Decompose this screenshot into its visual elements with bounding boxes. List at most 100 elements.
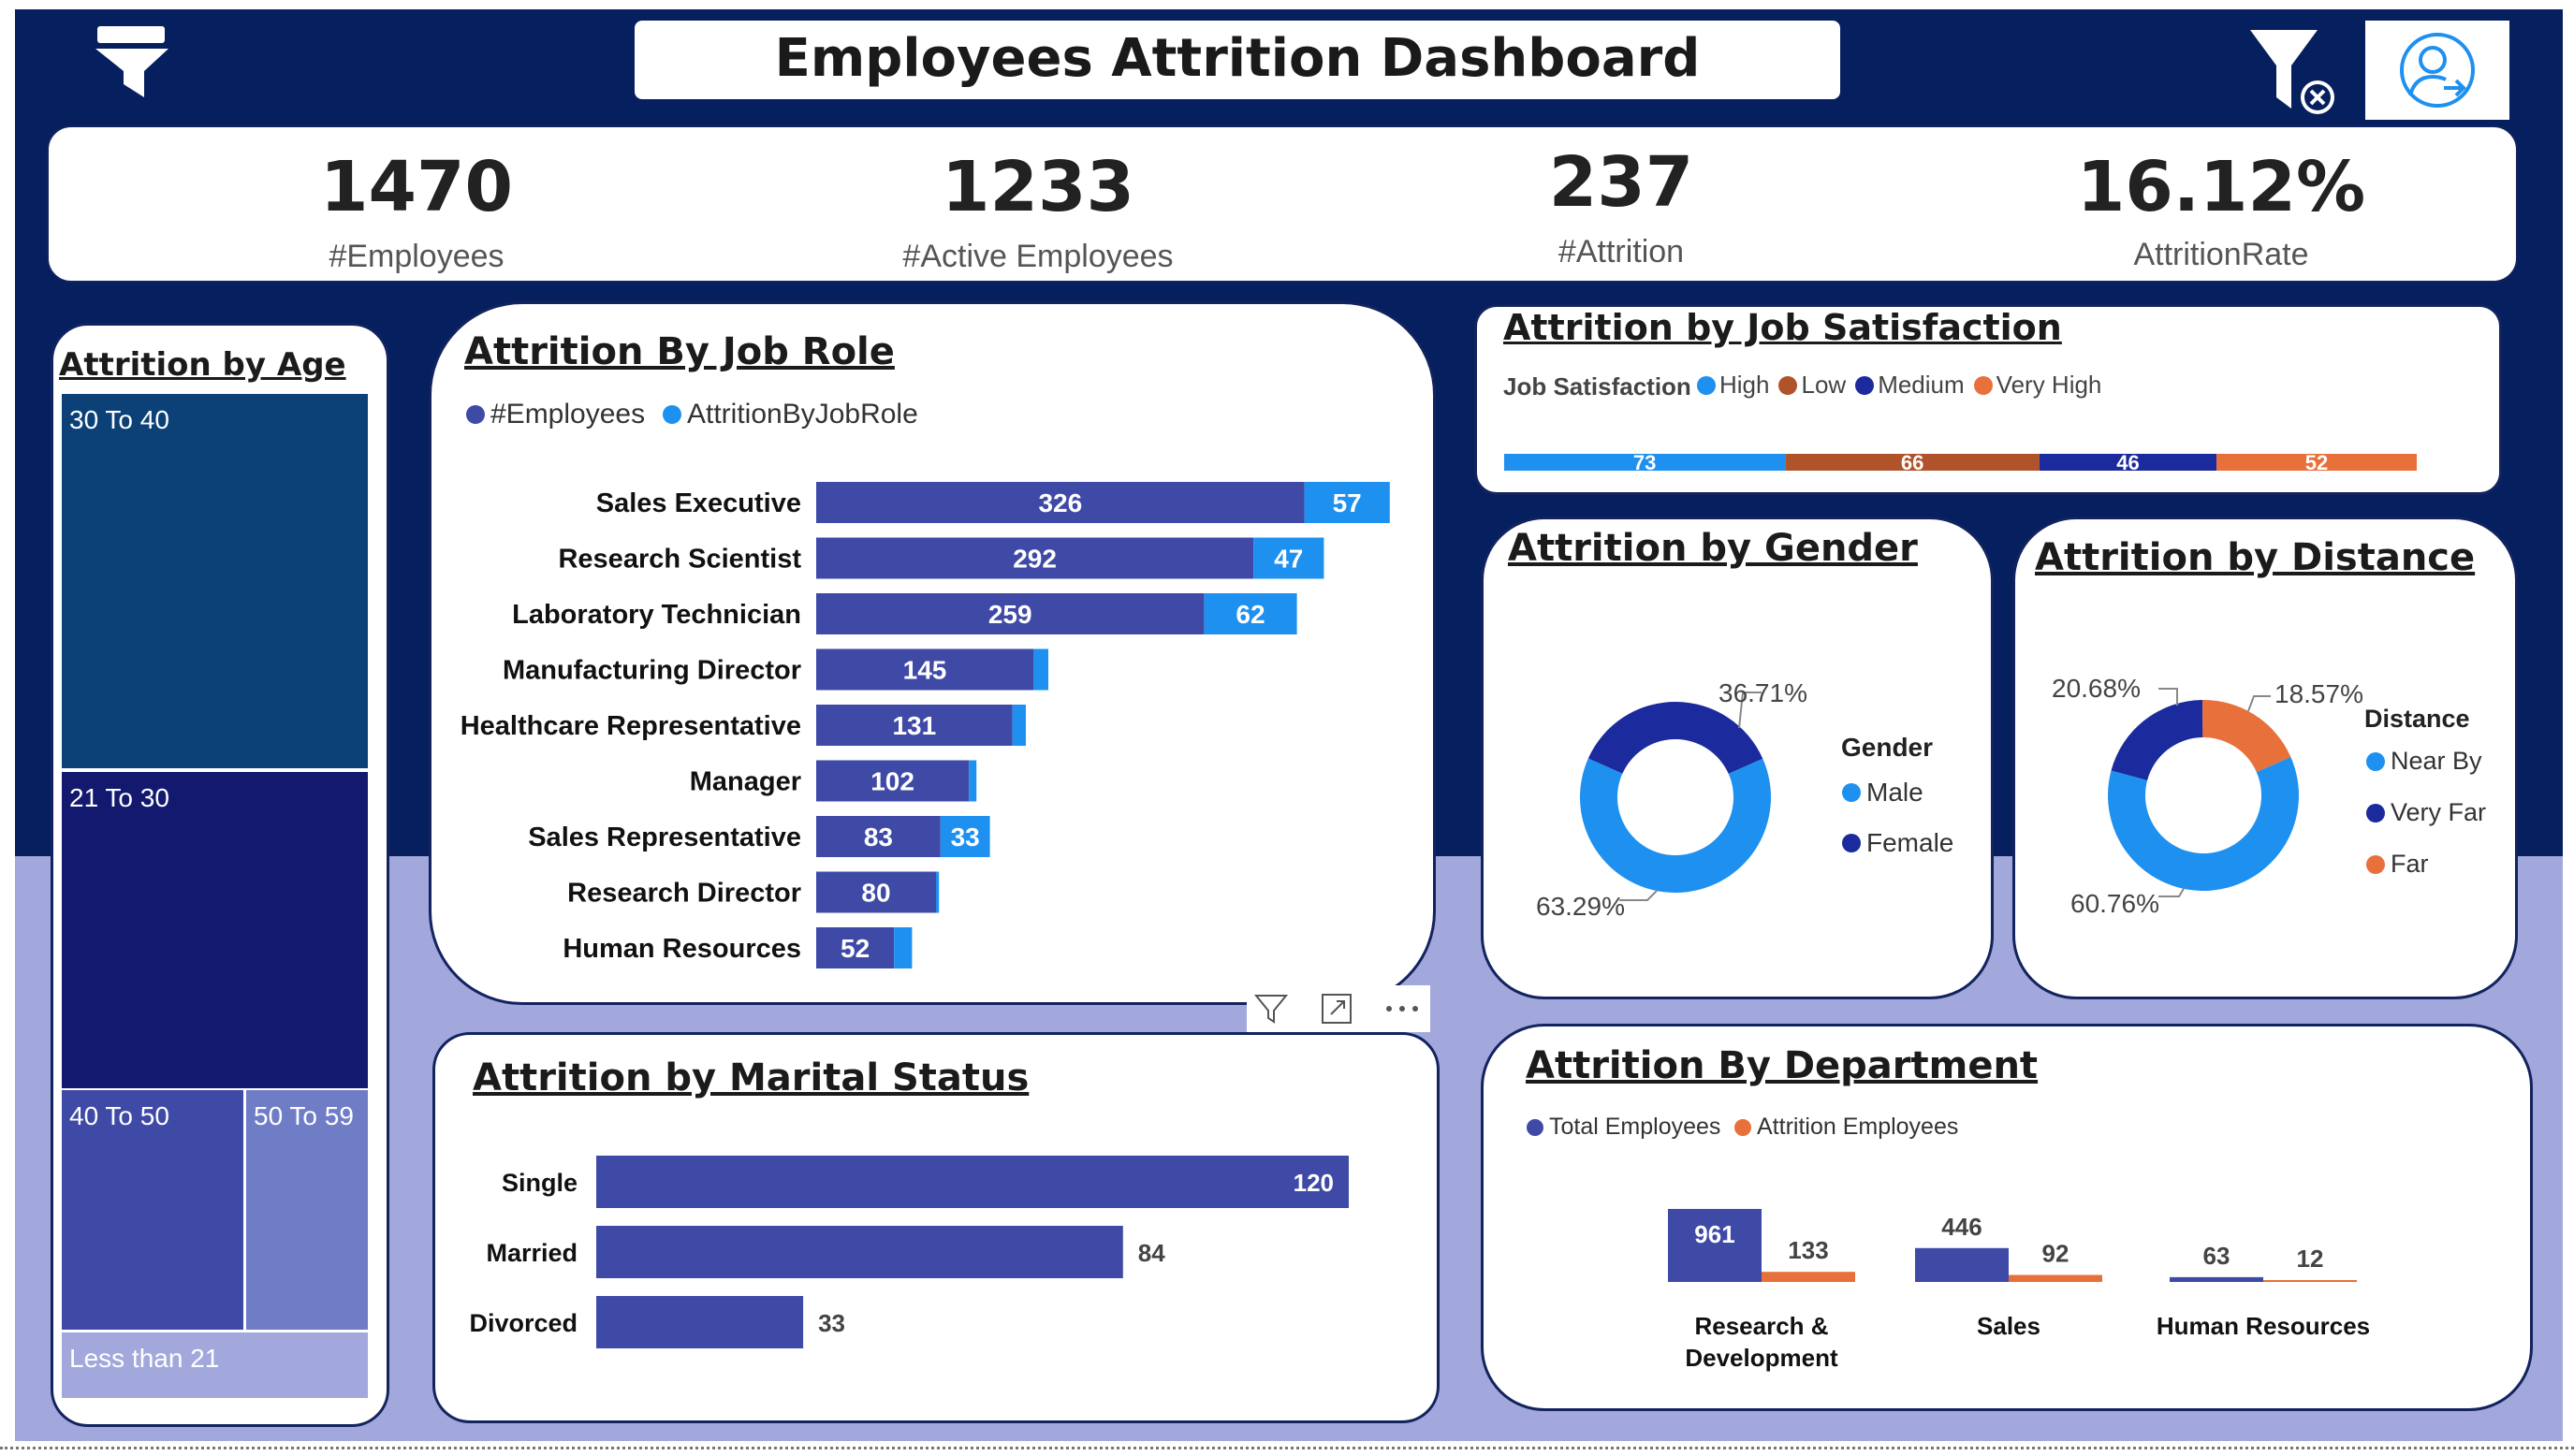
page-title: Employees Attrition Dashboard	[774, 28, 1701, 89]
legend-label: Low	[1801, 371, 1847, 399]
legend-dot	[1527, 1118, 1543, 1136]
bar-attrition	[596, 1296, 804, 1348]
legend-label: Medium	[1878, 371, 1965, 399]
age-tile-21-30[interactable]: 21 To 30	[61, 771, 369, 1089]
satisfaction-legend-item[interactable]: Medium	[1855, 371, 1965, 400]
category-label: Sales Representative	[528, 823, 801, 852]
data-label: 73	[1633, 451, 1656, 474]
distance-legend-near-by[interactable]: Near By	[2366, 747, 2482, 776]
distance-title: Attrition by Distance	[2035, 536, 2476, 579]
bar-attrition	[596, 1156, 1349, 1208]
legend-dot	[1734, 1118, 1751, 1136]
satisfaction-legend: High Low Medium Very High	[1697, 371, 2111, 400]
legend-label: AttritionByJobRole	[687, 399, 918, 430]
age-tile-label: Less than 21	[69, 1344, 220, 1373]
legend-dot	[1973, 375, 1993, 395]
bar-total	[2170, 1276, 2263, 1282]
category-label: Married	[486, 1239, 578, 1267]
job-role-legend-attrition[interactable]: AttritionByJobRole	[663, 399, 918, 430]
category-label: Research Director	[567, 879, 801, 909]
category-label: Healthcare Representative	[461, 711, 801, 741]
kpi-attrition-value: 237	[1548, 142, 1694, 223]
distance-label-very-far: 20.68%	[2052, 674, 2141, 703]
satisfaction-legend-item[interactable]: High	[1697, 371, 1769, 400]
data-label: 120	[1294, 1169, 1334, 1197]
kpi-active-value: 1233	[942, 147, 1134, 227]
user-account-button[interactable]	[2365, 21, 2509, 120]
category-label: Human Resources	[2157, 1312, 2370, 1340]
bar-attrition	[936, 871, 940, 913]
data-label-total: 63	[2203, 1242, 2230, 1270]
category-label: Manager	[690, 767, 801, 797]
category-label: Development	[1685, 1344, 1838, 1372]
leader-line	[1619, 890, 1658, 901]
data-label-employees: 131	[892, 711, 936, 740]
department-legend-total[interactable]: Total Employees	[1527, 1114, 1720, 1141]
satisfaction-legend-item[interactable]: Low	[1778, 371, 1846, 400]
legend-dot	[1855, 375, 1875, 395]
bar-attrition	[596, 1226, 1123, 1278]
data-label-employees: 145	[903, 656, 947, 685]
category-label: Research Scientist	[558, 545, 801, 575]
data-label-employees: 80	[861, 879, 890, 908]
satisfaction-legend-item[interactable]: Very High	[1973, 371, 2101, 400]
focus-mode-icon[interactable]	[1318, 990, 1355, 1027]
bar-attrition	[2263, 1280, 2357, 1282]
legend-dot	[2366, 751, 2385, 771]
age-tile-less-21[interactable]: Less than 21	[61, 1332, 369, 1399]
filter-icon[interactable]	[1252, 990, 1290, 1027]
gender-legend-title: Gender	[1841, 733, 1934, 762]
job-role-chart: Sales Executive 326 57 Research Scientist 29…	[461, 482, 1390, 968]
legend-label: Attrition Employees	[1757, 1114, 1959, 1140]
job-role-legend-employees[interactable]: #Employees	[466, 399, 645, 430]
age-tile-30-40[interactable]: 30 To 40	[61, 393, 369, 769]
department-legend-attrition[interactable]: Attrition Employees	[1734, 1114, 1958, 1141]
funnel-icon[interactable]	[86, 19, 180, 103]
leader-line	[2247, 695, 2271, 712]
data-label-attrition: 62	[1236, 600, 1265, 629]
gender-legend-female[interactable]: Female	[1842, 828, 1953, 858]
legend-dot	[1697, 375, 1716, 395]
data-label-attrition: 12	[2297, 1245, 2324, 1273]
kpi-active-label: #Active Employees	[902, 239, 1174, 274]
bar-attrition	[894, 927, 913, 968]
bar-attrition	[1762, 1272, 1855, 1282]
data-label-employees: 52	[841, 934, 870, 963]
department-chart: 961 133 Research & Development 446 92 Sales 63 1…	[1668, 1208, 2370, 1372]
data-label-total: 961	[1694, 1220, 1734, 1248]
data-label: 46	[2116, 451, 2139, 474]
category-label: Laboratory Technician	[512, 600, 801, 630]
data-label-attrition: 133	[1788, 1236, 1828, 1264]
marital-chart: Single 120 Married 84 Divorced 33	[469, 1156, 1349, 1348]
kpi-attrition-label: #Attrition	[1558, 234, 1685, 269]
department-title: Attrition By Department	[1526, 1044, 2039, 1087]
legend-label: Far	[2391, 850, 2429, 878]
gender-legend-male[interactable]: Male	[1842, 778, 1923, 808]
dashboard-canvas: Employees Attrition Dashboard 1470 #Empl…	[0, 0, 2574, 1456]
legend-dot	[466, 405, 485, 424]
category-label: Sales	[1977, 1312, 2040, 1340]
bar-attrition	[1012, 705, 1026, 746]
more-options-icon[interactable]	[1382, 990, 1423, 1027]
kpi-employees-label: #Employees	[329, 239, 505, 274]
clear-filter-icon[interactable]	[2246, 24, 2340, 118]
donut-slice	[2111, 700, 2203, 780]
data-label-total: 446	[1941, 1213, 1982, 1241]
distance-legend-far[interactable]: Far	[2366, 850, 2429, 879]
data-label-attrition: 33	[951, 823, 980, 852]
leader-line	[2158, 688, 2178, 706]
distance-legend-very-far[interactable]: Very Far	[2366, 798, 2486, 827]
legend-label: Female	[1866, 828, 1954, 857]
age-tile-50-59[interactable]: 50 To 59	[245, 1089, 369, 1331]
bar-attrition	[969, 760, 977, 802]
user-account-icon	[2400, 33, 2475, 108]
legend-dot	[2366, 854, 2385, 874]
data-label-employees: 259	[988, 600, 1032, 629]
category-label: Research &	[1694, 1312, 1828, 1340]
legend-label: Total Employees	[1549, 1114, 1721, 1140]
category-label: Divorced	[469, 1309, 578, 1337]
gender-label-male: 63.29%	[1536, 892, 1625, 921]
age-tile-label: 40 To 50	[69, 1101, 169, 1130]
age-tile-40-50[interactable]: 40 To 50	[61, 1089, 244, 1331]
marital-title: Attrition by Marital Status	[473, 1056, 1030, 1099]
